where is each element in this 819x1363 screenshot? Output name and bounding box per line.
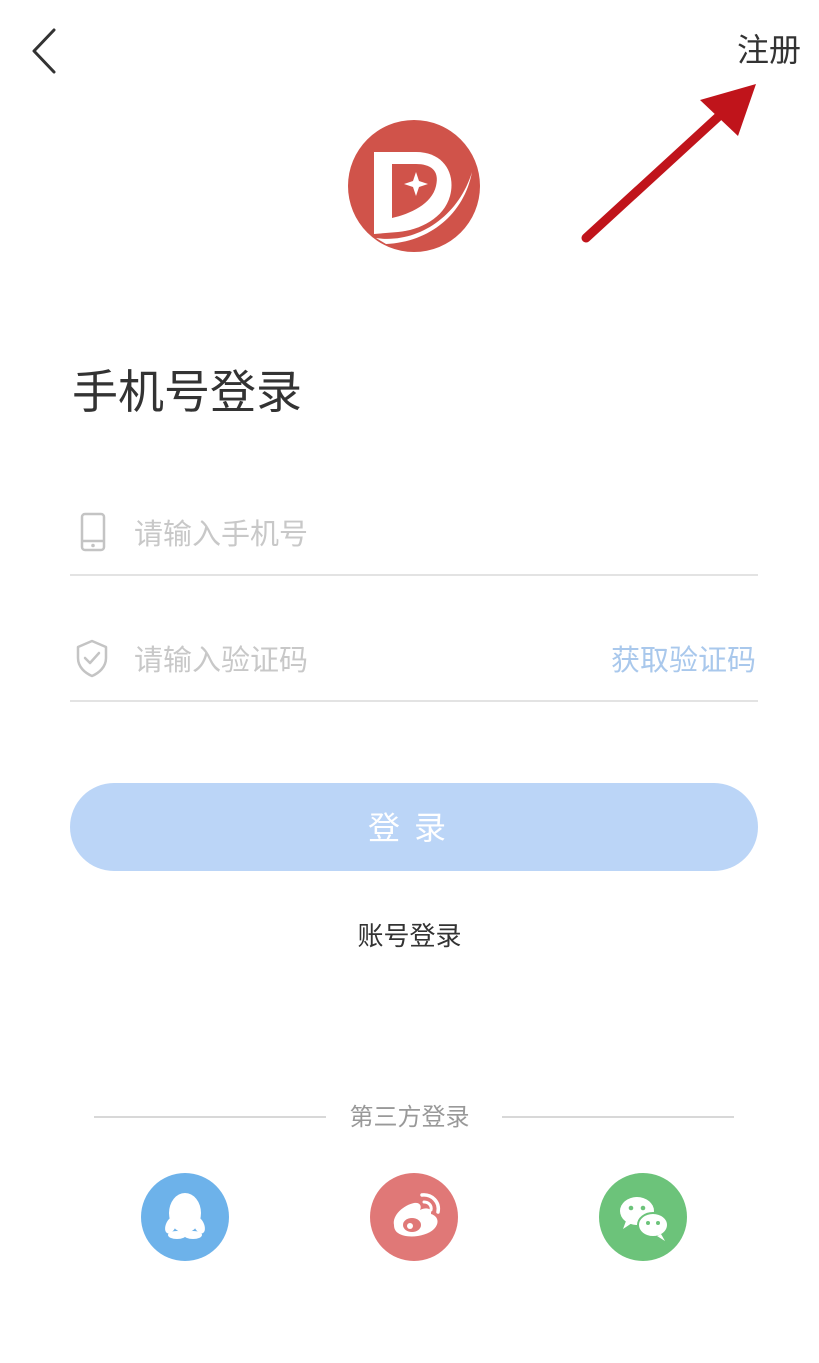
phone-field-row [70, 494, 758, 576]
account-login-row: 账号登录 [0, 917, 819, 957]
app-logo [346, 118, 482, 254]
get-code-button[interactable]: 获取验证码 [611, 638, 756, 682]
wechat-icon [620, 1197, 669, 1241]
verification-code-input[interactable] [134, 634, 534, 686]
divider-right [502, 1116, 734, 1118]
code-field-row: 获取验证码 [70, 620, 758, 702]
qq-login-button[interactable] [141, 1173, 229, 1261]
phone-icon [80, 512, 106, 552]
login-button[interactable]: 登录 [70, 783, 758, 871]
wechat-login-button[interactable] [599, 1173, 687, 1261]
shield-icon [76, 639, 108, 678]
phone-input[interactable] [134, 508, 594, 560]
qq-icon [165, 1193, 205, 1239]
red-arrow-icon [581, 84, 756, 243]
account-login-link[interactable]: 账号登录 [357, 922, 461, 952]
weibo-login-button[interactable] [370, 1173, 458, 1261]
chevron-left-icon [32, 28, 56, 74]
back-button[interactable] [22, 24, 70, 80]
page-title: 手机号登录 [72, 365, 302, 419]
register-link[interactable]: 注册 [737, 28, 801, 72]
weibo-icon [393, 1193, 441, 1237]
